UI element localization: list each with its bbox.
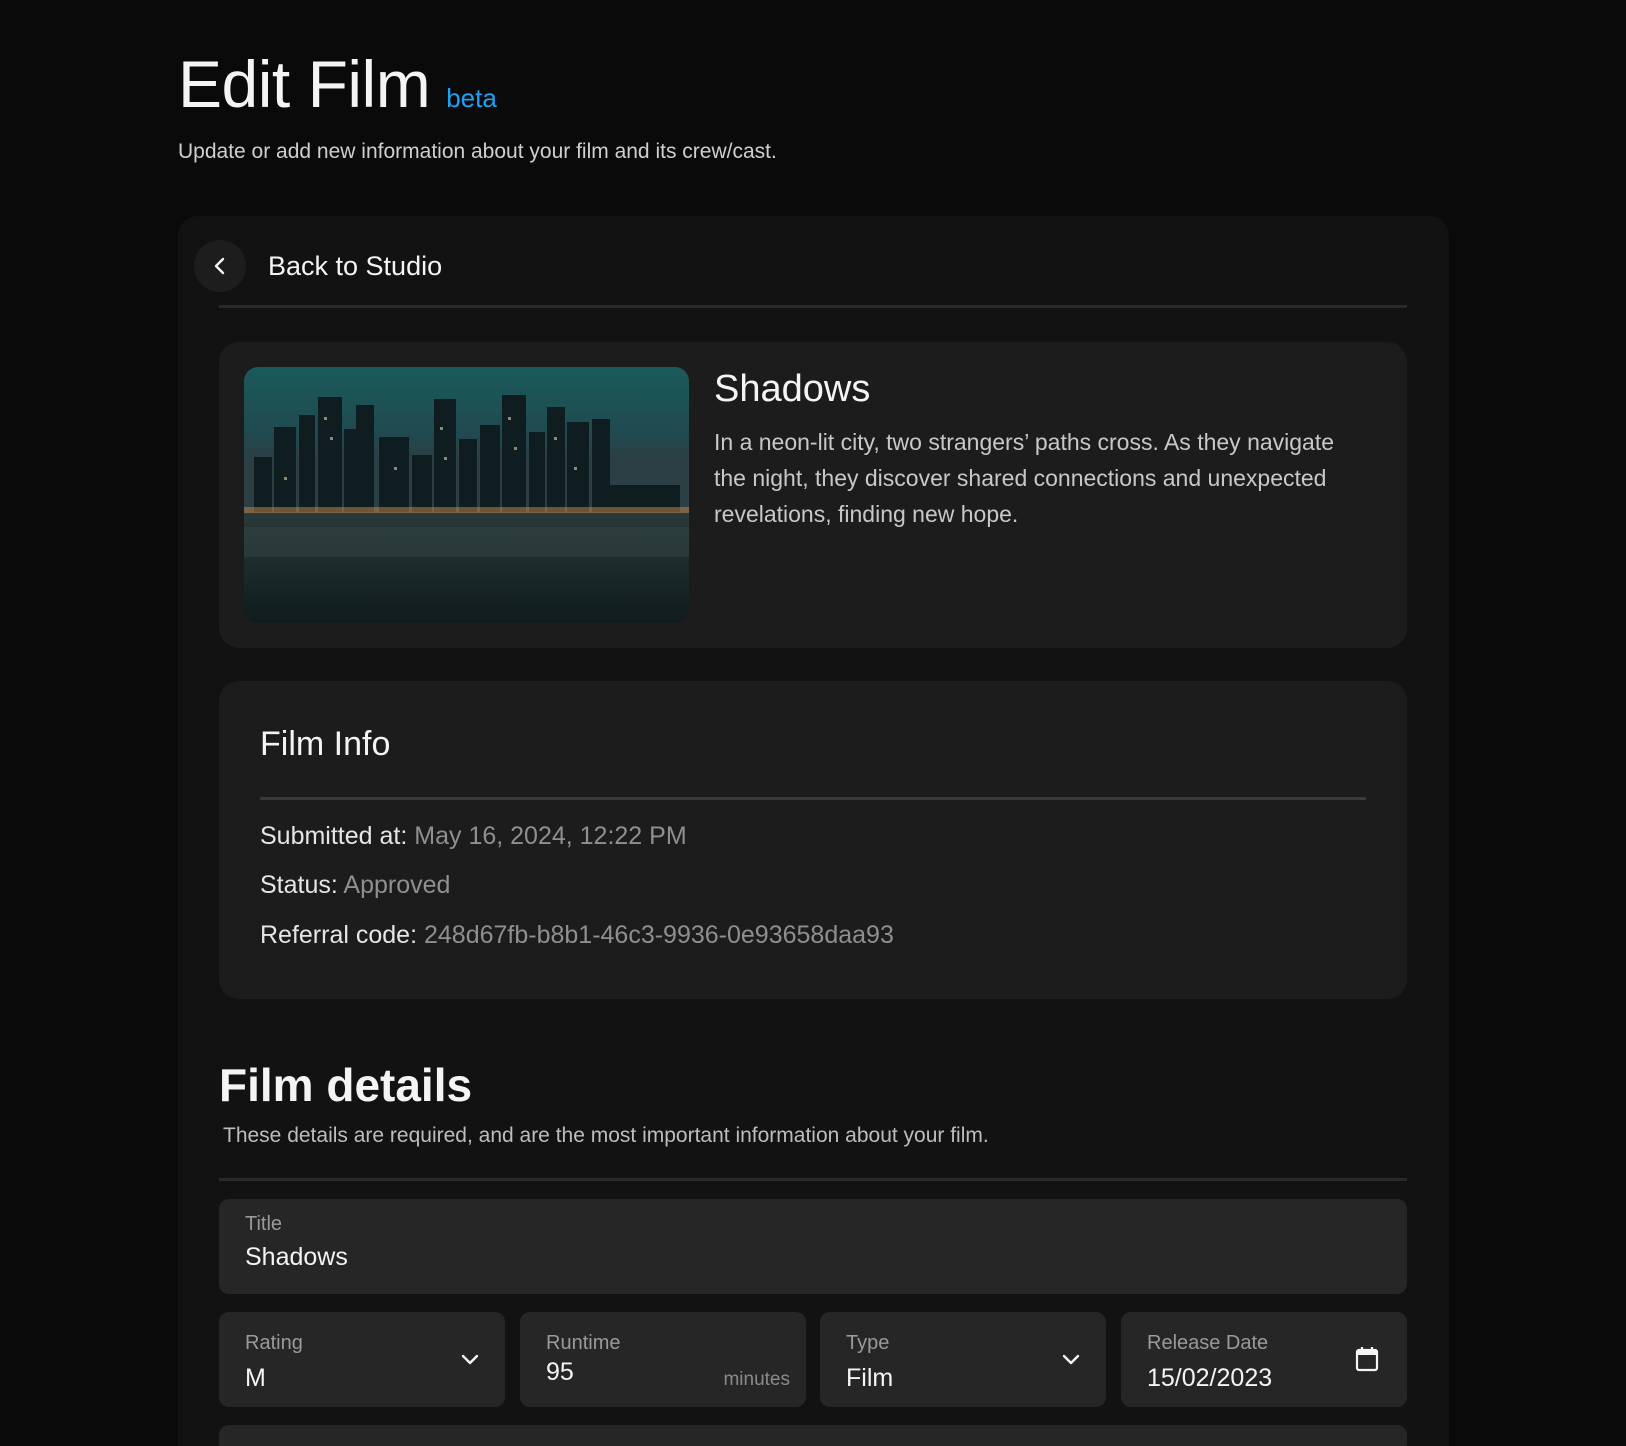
title-field-label: Title [245, 1213, 283, 1235]
back-to-studio-button[interactable]: Back to Studio [194, 240, 442, 292]
film-info-title: Film Info [260, 725, 391, 763]
runtime-suffix: minutes [723, 1369, 790, 1390]
rating-label: Rating [245, 1332, 303, 1354]
referral-code-label: Referral code: [260, 921, 418, 949]
status-value: Approved [343, 871, 451, 899]
back-to-studio-label[interactable]: Back to Studio [268, 251, 442, 282]
film-details-title: Film details [219, 1059, 473, 1111]
header-divider [219, 305, 1407, 308]
status-row: Status: Approved [260, 871, 450, 900]
title-field[interactable]: Title Shadows [219, 1199, 1407, 1294]
chevron-down-icon[interactable] [459, 1348, 481, 1370]
film-summary-card: Shadows In a neon-lit city, two stranger… [219, 342, 1407, 648]
calendar-icon[interactable] [1355, 1346, 1379, 1372]
chevron-down-icon[interactable] [1060, 1348, 1082, 1370]
release-date-label: Release Date [1147, 1332, 1269, 1354]
rating-select[interactable]: Rating M [219, 1312, 505, 1407]
film-details-divider [219, 1178, 1407, 1181]
film-info-divider [260, 797, 1366, 800]
release-date-value[interactable]: 15/02/2023 [1147, 1364, 1272, 1393]
next-field-partial[interactable] [219, 1425, 1407, 1446]
type-select[interactable]: Type Film [820, 1312, 1106, 1407]
release-date-field[interactable]: Release Date 15/02/2023 [1121, 1312, 1407, 1407]
back-button-circle[interactable] [194, 240, 246, 292]
page-header: Edit Film beta Update or add new informa… [178, 44, 1448, 164]
referral-code-value[interactable]: 248d67fb-b8b1-46c3-9936-0e93658daa93 [424, 921, 894, 949]
film-poster-image [244, 367, 689, 623]
city-skyline-illustration [244, 367, 689, 623]
submitted-at-label: Submitted at: [260, 822, 408, 850]
type-label: Type [846, 1332, 890, 1354]
title-row: Edit Film beta [178, 44, 1448, 124]
film-details-subtitle: These details are required, and are the … [223, 1124, 989, 1147]
type-value[interactable]: Film [846, 1364, 893, 1393]
beta-badge: beta [446, 83, 497, 113]
page-title: Edit Film [178, 47, 431, 121]
page-subtitle: Update or add new information about your… [178, 140, 777, 163]
title-field-value[interactable]: Shadows [245, 1243, 348, 1272]
submitted-at-value: May 16, 2024, 12:22 PM [414, 822, 687, 850]
rating-value[interactable]: M [245, 1364, 266, 1393]
film-name: Shadows [714, 368, 871, 410]
film-description: In a neon-lit city, two strangers’ paths… [714, 429, 1335, 527]
status-label: Status: [260, 871, 338, 899]
submitted-at-row: Submitted at: May 16, 2024, 12:22 PM [260, 822, 687, 851]
edit-panel: Back to Studio Shadows In a neon-lit cit… [178, 216, 1449, 1446]
film-info-card: Film Info Submitted at: May 16, 2024, 12… [219, 681, 1407, 999]
runtime-field[interactable]: Runtime 95 minutes [520, 1312, 806, 1407]
runtime-value[interactable]: 95 [546, 1358, 574, 1387]
runtime-label: Runtime [546, 1332, 621, 1354]
referral-code-row: Referral code: 248d67fb-b8b1-46c3-9936-0… [260, 921, 894, 950]
chevron-left-icon [214, 257, 225, 275]
